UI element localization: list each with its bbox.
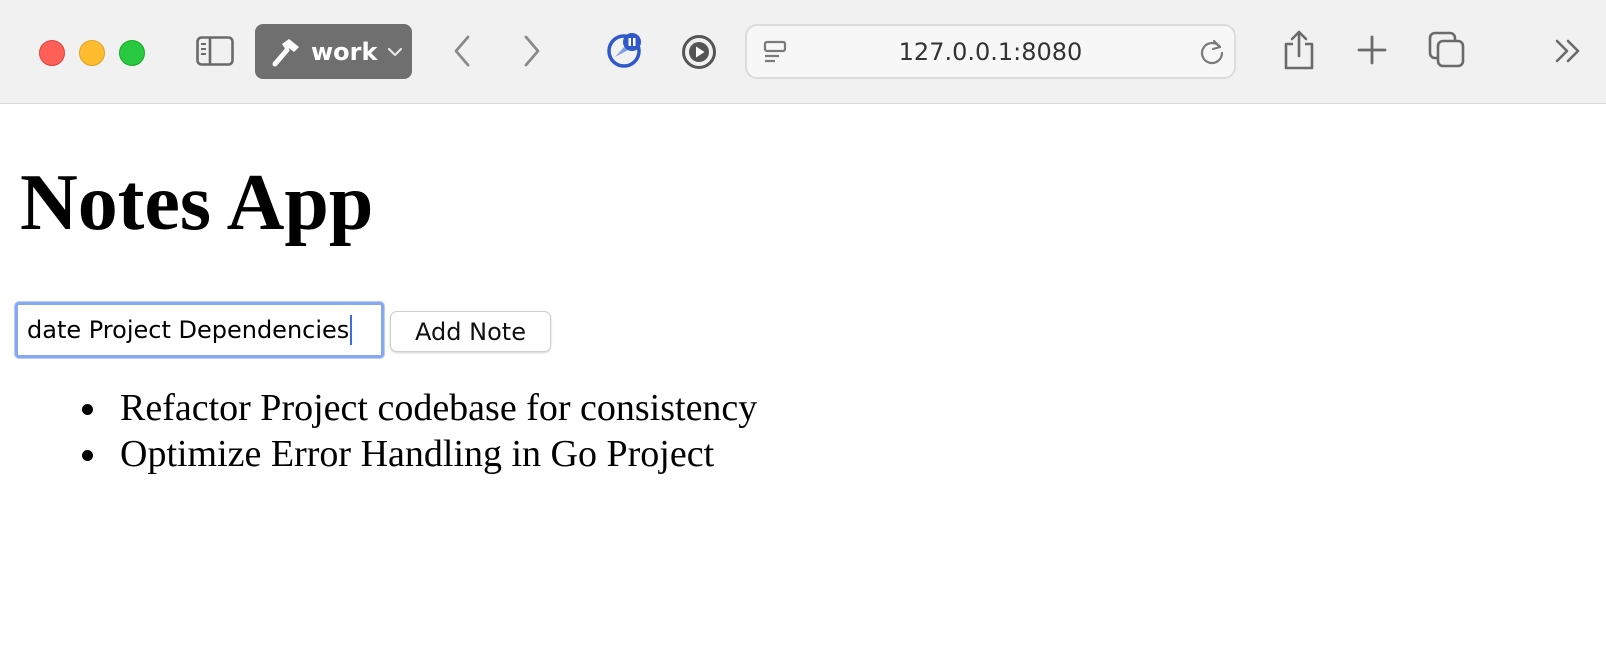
hammer-icon: [269, 36, 301, 68]
list-item: Refactor Project codebase for consistenc…: [0, 385, 757, 431]
window-maximize-button[interactable]: [119, 40, 145, 66]
browser-toolbar: work 127.0.0.1:8080: [0, 0, 1606, 104]
chevron-left-icon[interactable]: [448, 33, 476, 69]
add-note-button[interactable]: Add Note: [390, 311, 551, 352]
play-circle-icon[interactable]: [680, 33, 718, 71]
chevron-down-icon: [387, 46, 403, 58]
list-item: Optimize Error Handling in Go Project: [0, 431, 757, 477]
note-input-value: date Project Dependencies: [27, 316, 350, 344]
plus-icon[interactable]: [1356, 34, 1388, 66]
double-chevron-right-icon[interactable]: [1552, 36, 1584, 66]
address-bar[interactable]: 127.0.0.1:8080: [745, 24, 1236, 79]
window-minimize-button[interactable]: [79, 40, 105, 66]
page-title: Notes App: [20, 159, 374, 247]
text-caret: [350, 315, 353, 345]
extension-pause-icon[interactable]: [606, 31, 644, 69]
page-content: Notes App date Project Dependencies Add …: [0, 105, 1606, 668]
workspace-button[interactable]: work: [255, 24, 412, 79]
url-text: 127.0.0.1:8080: [898, 37, 1083, 66]
reload-icon[interactable]: [1198, 38, 1226, 66]
workspace-label: work: [311, 37, 378, 66]
tab-overview-icon[interactable]: [1428, 31, 1466, 69]
sidebar-icon[interactable]: [195, 33, 235, 69]
chevron-right-icon[interactable]: [518, 33, 546, 69]
notes-list: Refactor Project codebase for consistenc…: [0, 385, 757, 477]
note-input[interactable]: date Project Dependencies: [15, 302, 384, 358]
share-icon[interactable]: [1282, 28, 1316, 72]
window-close-button[interactable]: [39, 40, 65, 66]
